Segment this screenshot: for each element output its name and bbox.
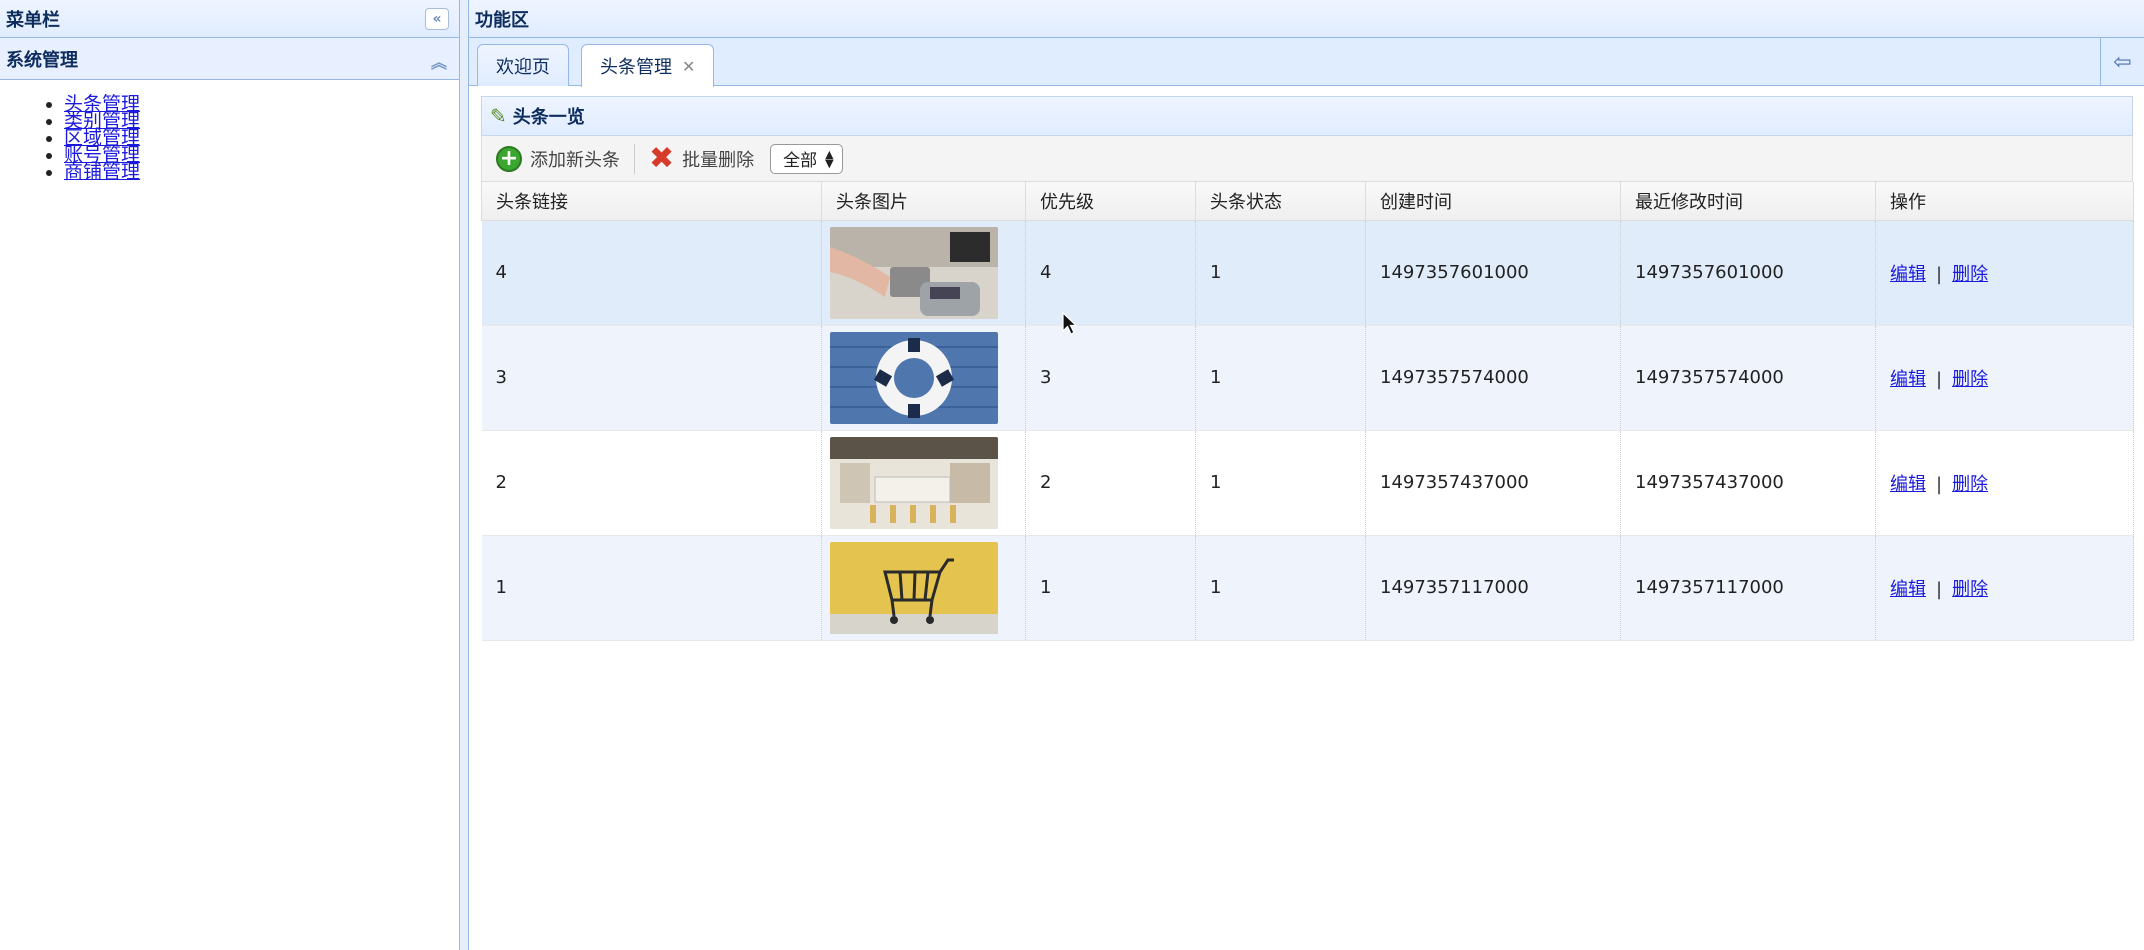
edit-link[interactable]: 编辑	[1890, 264, 1926, 285]
cell-status: 1	[1195, 325, 1366, 431]
cell-actions: 编辑 | 删除	[1875, 535, 2134, 641]
cell-priority: 4	[1025, 220, 1196, 326]
edit-link[interactable]: 编辑	[1890, 369, 1926, 390]
cell-edit-time: 1497357574000	[1620, 325, 1876, 431]
add-headline-label: 添加新头条	[530, 149, 620, 171]
delete-link[interactable]: 删除	[1952, 474, 1988, 495]
tabs-bar: 欢迎页 头条管理 ✕ ⇦	[469, 38, 2144, 87]
cell-priority: 2	[1025, 430, 1196, 536]
function-area-title: 功能区	[475, 9, 529, 31]
tab-label: 欢迎页	[496, 56, 550, 78]
function-area-header: 功能区	[469, 0, 2144, 38]
cell-image	[821, 535, 1026, 641]
action-separator: |	[1936, 368, 1943, 390]
cell-edit-time: 1497357437000	[1620, 430, 1876, 536]
tab-label: 头条管理	[600, 57, 672, 78]
edit-link[interactable]: 编辑	[1890, 474, 1926, 495]
grid-title: 头条一览	[512, 107, 585, 128]
close-icon[interactable]: ✕	[682, 57, 695, 76]
menu-link-shop[interactable]: 商铺管理	[64, 161, 140, 183]
function-area: 功能区 欢迎页 头条管理 ✕ ⇦ ✎ 头条一览 + 添加新头条 ✖ 批量删除 全…	[469, 0, 2144, 950]
shopping-cart-photo	[830, 541, 998, 634]
tab-headline-manage[interactable]: 头条管理 ✕	[581, 44, 715, 87]
column-header-priority[interactable]: 优先级	[1025, 182, 1196, 221]
menu-panel-title: 菜单栏	[6, 9, 60, 31]
table-row[interactable]: 4 4 1 1497357601000 1497357601000 编辑 | 删…	[481, 220, 2134, 326]
column-header-image[interactable]: 头条图片	[821, 182, 1026, 221]
batch-delete-button[interactable]: ✖ 批量删除	[643, 140, 760, 176]
table-row[interactable]: 3 3 1 1497357574000 1497357574000 编辑 | 删…	[481, 325, 2134, 431]
edit-link[interactable]: 编辑	[1890, 579, 1926, 600]
collapse-up-icon[interactable]: ︽	[431, 49, 447, 73]
menu-panel-header: 菜单栏 «	[0, 0, 459, 38]
cell-image	[821, 325, 1026, 431]
column-header-status[interactable]: 头条状态	[1195, 182, 1366, 221]
cell-link: 3	[481, 325, 822, 431]
cell-priority: 1	[1025, 535, 1196, 641]
add-icon: +	[496, 145, 522, 172]
batch-delete-label: 批量删除	[682, 149, 755, 171]
cell-link: 1	[481, 535, 822, 641]
tab-welcome[interactable]: 欢迎页	[477, 44, 569, 86]
column-header-create-time[interactable]: 创建时间	[1365, 182, 1621, 221]
menu-panel: 菜单栏 « 系统管理 ︽ 头条管理 类别管理 区域管理 账号管理 商铺管理	[0, 0, 460, 950]
delete-link[interactable]: 删除	[1952, 369, 1988, 390]
cell-link: 4	[481, 220, 822, 326]
action-separator: |	[1936, 473, 1943, 495]
action-separator: |	[1936, 263, 1943, 285]
cell-edit-time: 1497357117000	[1620, 535, 1876, 641]
action-separator: |	[1936, 578, 1943, 600]
delete-link[interactable]: 删除	[1952, 579, 1988, 600]
toolbar-divider	[634, 143, 635, 174]
grid-toolbar: + 添加新头条 ✖ 批量删除 全部 ▲ ▼	[481, 136, 2133, 182]
table-row[interactable]: 1 1 1 1497357117000 1497357117000 编辑 | 删…	[481, 535, 2134, 641]
cell-create-time: 1497357117000	[1365, 535, 1621, 641]
life-ring-photo	[830, 331, 998, 424]
store-interior-photo	[830, 436, 998, 529]
cell-actions: 编辑 | 删除	[1875, 430, 2134, 536]
column-header-actions: 操作	[1875, 182, 2134, 221]
status-filter-value: 全部	[783, 151, 818, 171]
cell-priority: 3	[1025, 325, 1196, 431]
column-header-link[interactable]: 头条链接	[481, 182, 822, 221]
column-header-edit-time[interactable]: 最近修改时间	[1620, 182, 1876, 221]
back-arrow-icon[interactable]: ⇦	[2100, 38, 2144, 86]
cell-create-time: 1497357601000	[1365, 220, 1621, 326]
layout-splitter[interactable]	[460, 0, 469, 950]
cell-status: 1	[1195, 220, 1366, 326]
table-header-row: 头条链接 头条图片 优先级 头条状态 创建时间 最近修改时间 操作	[481, 182, 2134, 221]
accordion-title: 系统管理	[6, 49, 78, 71]
headline-grid: ✎ 头条一览 + 添加新头条 ✖ 批量删除 全部 ▲ ▼ 头条链接 头条图片 优…	[481, 96, 2134, 641]
cell-image	[821, 430, 1026, 536]
collapse-left-icon[interactable]: «	[425, 8, 449, 30]
table-row[interactable]: 2 2 1 1497357437000 1497357437000 编辑 | 删…	[481, 430, 2134, 536]
accordion-header-system[interactable]: 系统管理 ︽	[0, 38, 459, 80]
pencil-icon: ✎	[490, 104, 507, 128]
payment-terminal-photo	[830, 226, 998, 319]
cell-status: 1	[1195, 430, 1366, 536]
headline-table: 头条链接 头条图片 优先级 头条状态 创建时间 最近修改时间 操作 4 4 1 …	[481, 182, 2134, 641]
delete-x-icon: ✖	[649, 140, 675, 176]
menu-list: 头条管理 类别管理 区域管理 账号管理 商铺管理	[0, 95, 459, 183]
mouse-cursor-icon	[1062, 312, 1078, 335]
select-arrows-icon: ▲ ▼	[825, 147, 834, 170]
cell-link: 2	[481, 430, 822, 536]
cell-edit-time: 1497357601000	[1620, 220, 1876, 326]
cell-actions: 编辑 | 删除	[1875, 325, 2134, 431]
add-headline-button[interactable]: + 添加新头条	[490, 145, 626, 172]
cell-actions: 编辑 | 删除	[1875, 220, 2134, 326]
grid-title-bar: ✎ 头条一览	[481, 96, 2133, 136]
delete-link[interactable]: 删除	[1952, 264, 1988, 285]
status-filter-select[interactable]: 全部 ▲ ▼	[770, 143, 843, 174]
cell-create-time: 1497357574000	[1365, 325, 1621, 431]
cell-create-time: 1497357437000	[1365, 430, 1621, 536]
menu-item: 商铺管理	[64, 161, 459, 183]
cell-status: 1	[1195, 535, 1366, 641]
cell-image	[821, 220, 1026, 326]
